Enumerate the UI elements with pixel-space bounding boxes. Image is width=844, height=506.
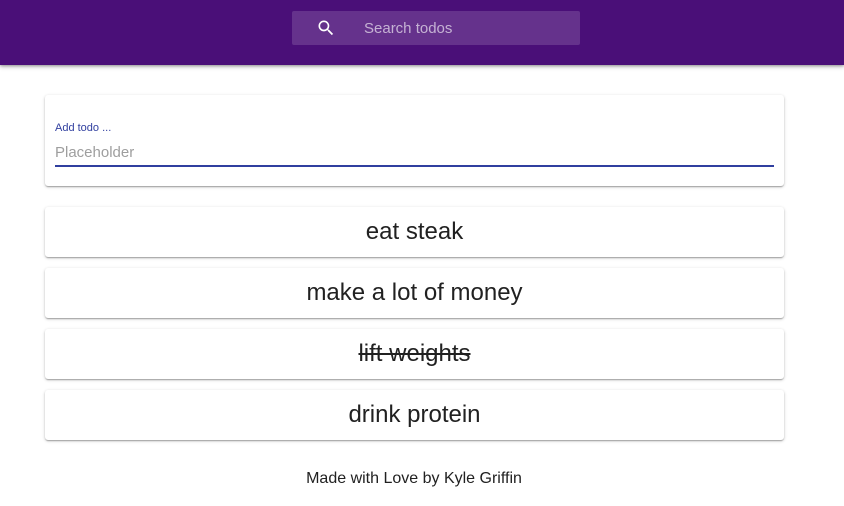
add-todo-input[interactable] [55, 139, 774, 167]
search-input[interactable] [364, 11, 564, 45]
search-bar[interactable] [292, 11, 580, 45]
footer-credit: Made with Love by Kyle Griffin [306, 470, 522, 487]
todo-item-text: make a lot of money [306, 279, 523, 306]
todo-item-text: drink protein [348, 401, 481, 428]
add-todo-label: Add todo ... [55, 122, 112, 134]
todo-item[interactable]: drink protein [45, 390, 784, 440]
app-bar [0, 0, 844, 65]
todo-item-text: eat steak [365, 218, 464, 245]
todo-item[interactable]: make a lot of money [45, 268, 784, 318]
search-icon [318, 20, 334, 36]
todo-item-completed[interactable]: lift weights [45, 329, 784, 379]
add-todo-card: Add todo ... [45, 95, 784, 186]
todo-item[interactable]: eat steak [45, 207, 784, 257]
todo-item-text: lift weights [358, 340, 471, 367]
